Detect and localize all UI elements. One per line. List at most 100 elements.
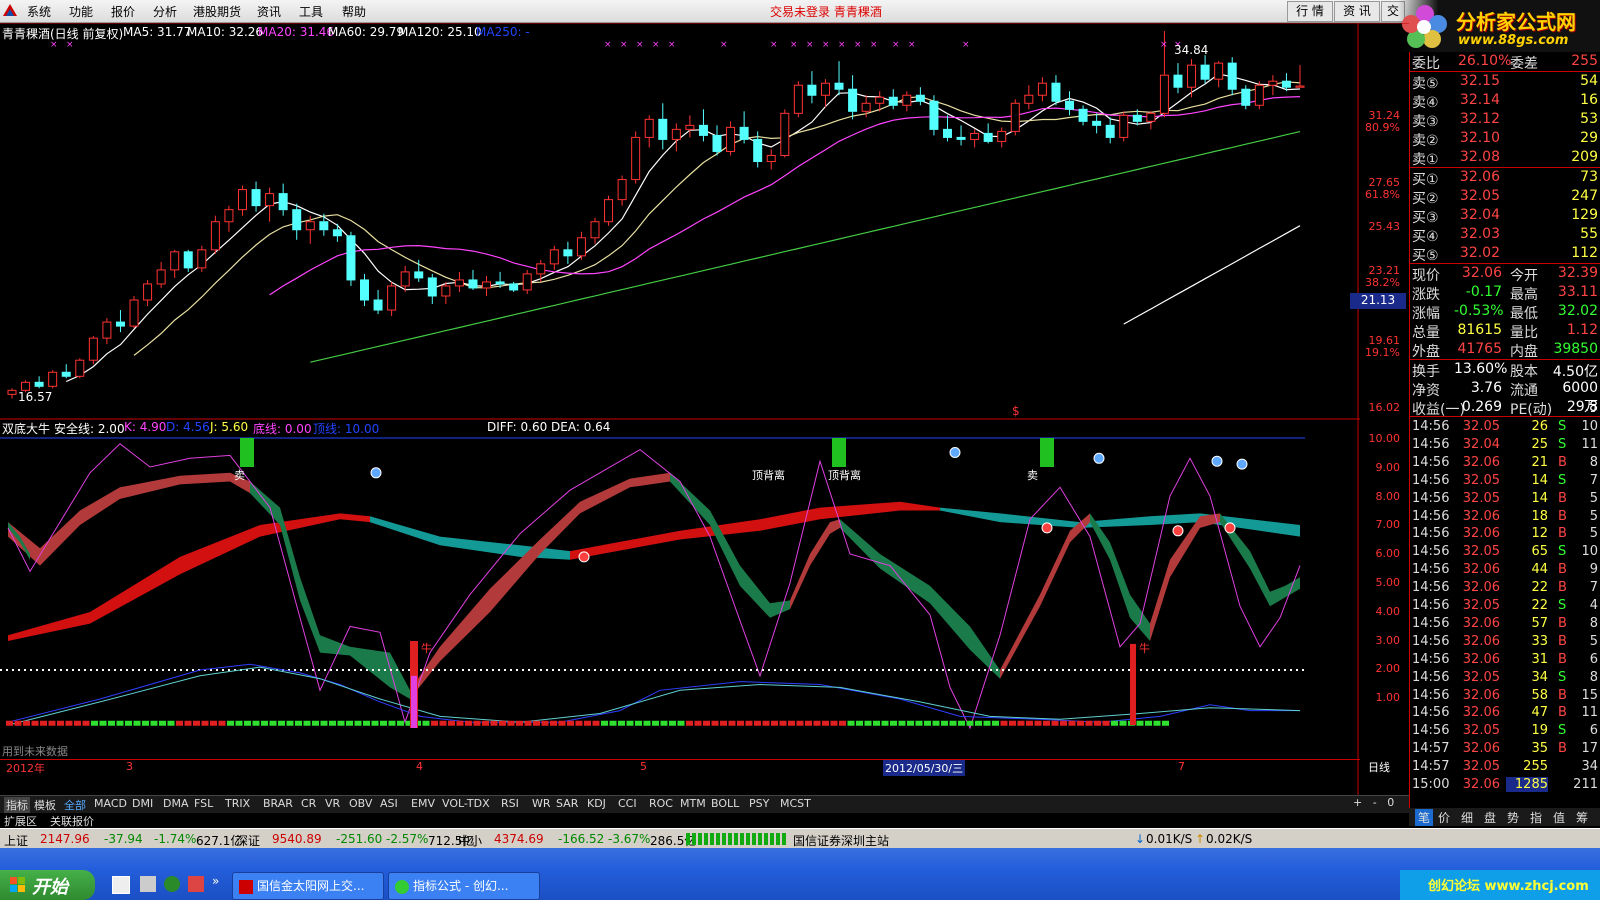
volume-block xyxy=(635,720,642,726)
zoom-reset-button[interactable]: 0 xyxy=(1387,796,1394,809)
menu-help[interactable]: 帮助 xyxy=(342,3,366,20)
tab-[interactable]: 全部 xyxy=(64,797,86,813)
volume-block xyxy=(31,720,39,726)
ma60-label: MA60: 29.79 xyxy=(328,25,405,39)
tab-vr[interactable]: VR xyxy=(325,797,340,810)
task-trading-app[interactable]: 国信金太阳网上交... xyxy=(232,872,384,900)
market-button[interactable]: 行 情 xyxy=(1287,1,1333,22)
app-quick-icon-2[interactable] xyxy=(188,876,204,892)
bid-row: 买④ 32.03 55 xyxy=(1410,225,1600,245)
indicator-axis-value: 7.00 xyxy=(1375,518,1401,532)
quote-tab[interactable]: 笔 xyxy=(1415,809,1434,826)
tab-dma[interactable]: DMA xyxy=(163,797,189,810)
candle xyxy=(346,235,356,281)
chart-area[interactable]: × × × × × × × × × × × × × × × × × × × × 青青稞酒(日线 前复权) MA5: 3… xyxy=(0,23,1409,819)
tab-obv[interactable]: OBV xyxy=(349,797,372,810)
tick-volume: 34 xyxy=(1531,669,1548,685)
tab-roc[interactable]: ROC xyxy=(649,797,673,810)
volume-block xyxy=(23,720,30,726)
tab-asi[interactable]: ASI xyxy=(380,797,398,810)
menu-system[interactable]: 系统 xyxy=(27,3,51,20)
tick-volume: 47 xyxy=(1531,705,1548,721)
menu-news[interactable]: 资讯 xyxy=(257,3,281,20)
tab-extension-area[interactable]: 扩展区 xyxy=(4,813,37,829)
quote-tab[interactable]: 价 xyxy=(1438,809,1450,826)
menu-function[interactable]: 功能 xyxy=(69,3,93,20)
menu-analysis[interactable]: 分析 xyxy=(153,3,177,20)
tick-row: 14:56 32.05 14 S 7 xyxy=(1410,472,1600,490)
candle xyxy=(305,221,315,231)
explorer-icon[interactable] xyxy=(140,876,156,892)
price-chart-svg[interactable]: × × × × × × × × × × × × × × × × × ×× × xyxy=(0,23,1409,795)
tab-rsi[interactable]: RSI xyxy=(501,797,519,810)
index-name[interactable]: 上证 xyxy=(4,832,28,849)
tab-boll[interactable]: BOLL xyxy=(711,797,739,810)
tick-time: 14:57 xyxy=(1412,741,1450,757)
tab-voltdx[interactable]: VOL-TDX xyxy=(442,797,490,810)
buy-signal-1: 牛 xyxy=(421,642,432,655)
app-quick-icon[interactable] xyxy=(164,876,180,892)
tab-cci[interactable]: CCI xyxy=(618,797,637,810)
quote-tab[interactable]: 势 xyxy=(1507,809,1519,826)
index-name[interactable]: 中小 xyxy=(458,832,482,849)
candle xyxy=(1078,108,1088,122)
zoom-out-button[interactable]: - xyxy=(1373,796,1377,809)
tab-emv[interactable]: EMV xyxy=(411,797,435,810)
task-formula-window[interactable]: 指标公式 - 创幻... xyxy=(388,872,540,900)
tab-[interactable]: 指标 xyxy=(4,797,30,813)
volume-block xyxy=(371,720,379,726)
news-button[interactable]: 资 讯 xyxy=(1334,1,1380,22)
tick-price: 32.06 xyxy=(1462,580,1500,596)
period-label[interactable]: 日线 xyxy=(1368,759,1390,775)
tab-psy[interactable]: PSY xyxy=(749,797,769,810)
bid-level: 买② xyxy=(1412,191,1439,207)
stat-label: 量比 xyxy=(1510,325,1538,341)
quote-tab[interactable]: 值 xyxy=(1553,809,1565,826)
tab-sar[interactable]: SAR xyxy=(556,797,578,810)
candle xyxy=(875,96,885,104)
tab-mtm[interactable]: MTM xyxy=(680,797,706,810)
tick-side: B xyxy=(1558,687,1567,703)
tab-kdj[interactable]: KDJ xyxy=(587,797,606,810)
tab-cr[interactable]: CR xyxy=(301,797,316,810)
tab-wr[interactable]: WR xyxy=(532,797,551,810)
signal-mark: × xyxy=(962,40,970,50)
tab-macd[interactable]: MACD xyxy=(94,797,127,810)
tab-trix[interactable]: TRIX xyxy=(225,797,250,810)
quote-tab[interactable]: 指 xyxy=(1530,809,1542,826)
index-value: 9540.89 xyxy=(272,832,322,846)
tab-related-quotes[interactable]: 关联报价 xyxy=(50,813,94,829)
quote-tab[interactable]: 细 xyxy=(1461,809,1473,826)
indicator-label: 底线: 0.00 xyxy=(253,422,312,436)
tab-fsl[interactable]: FSL xyxy=(194,797,213,810)
volume-block xyxy=(830,720,838,726)
tab-mcst[interactable]: MCST xyxy=(780,797,811,810)
quote-tab[interactable]: 筹 xyxy=(1576,809,1588,826)
date-month-4: 4 xyxy=(416,760,423,773)
tab-dmi[interactable]: DMI xyxy=(132,797,153,810)
volume-block xyxy=(252,720,260,726)
future-data-note: 用到未来数据 xyxy=(2,745,68,758)
volume-block xyxy=(448,720,455,726)
candle xyxy=(658,118,668,140)
server-name[interactable]: 国信证券深圳主站 xyxy=(793,832,889,849)
tab-brar[interactable]: BRAR xyxy=(263,797,293,810)
desktop-icon[interactable] xyxy=(112,876,130,894)
volume-block xyxy=(643,720,651,726)
zoom-in-button[interactable]: + xyxy=(1353,796,1362,809)
quote-tab[interactable]: 盘 xyxy=(1484,809,1496,826)
index-name[interactable]: 深证 xyxy=(236,832,260,849)
more-quicklaunch-icon[interactable]: » xyxy=(212,874,219,888)
menu-hk-futures[interactable]: 港股期货 xyxy=(193,3,241,20)
tick-count: 5 xyxy=(1589,526,1598,542)
menu-quote[interactable]: 报价 xyxy=(111,3,135,20)
download-arrow-icon: ↓ xyxy=(1135,832,1146,846)
bid-level: 买① xyxy=(1412,172,1439,188)
menu-tools[interactable]: 工具 xyxy=(299,3,323,20)
start-button[interactable]: 开始 xyxy=(0,870,95,900)
tick-count: 211 xyxy=(1573,777,1598,792)
date-month-3: 3 xyxy=(126,760,133,773)
tick-price: 32.06 xyxy=(1462,526,1500,542)
tab-[interactable]: 模板 xyxy=(34,797,56,813)
tray-forum-banner[interactable]: 创幻论坛 www.zhcj.com xyxy=(1428,875,1589,894)
